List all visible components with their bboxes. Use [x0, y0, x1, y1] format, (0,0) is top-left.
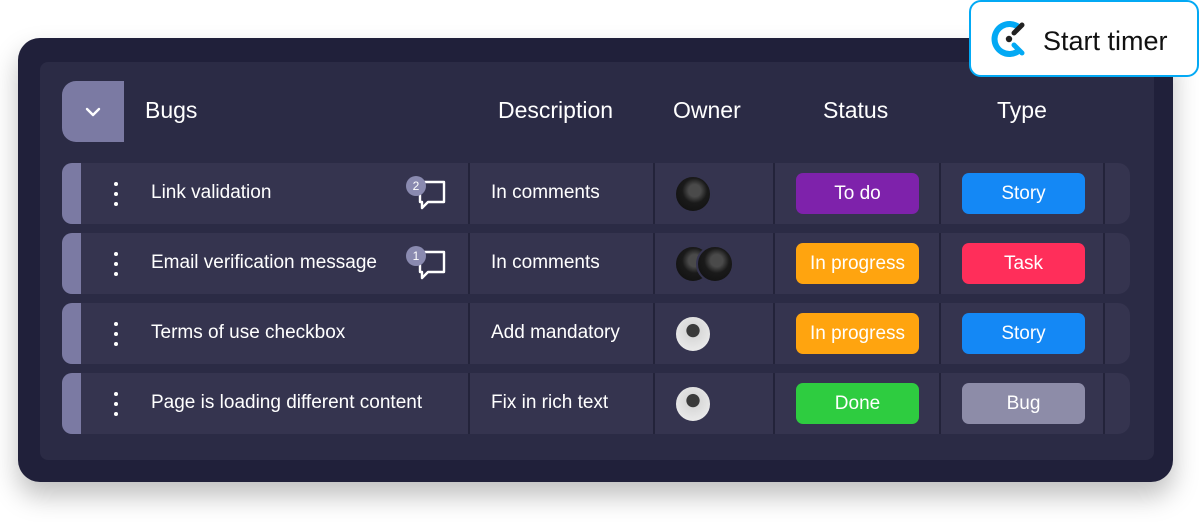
column-header-type[interactable]: Type — [997, 96, 1047, 124]
group-title: Bugs — [145, 97, 198, 123]
row-accent — [62, 163, 81, 224]
owner-avatar[interactable] — [674, 385, 712, 423]
owner-avatar[interactable] — [674, 315, 712, 353]
table-row[interactable]: Email verification message 1 In comments… — [62, 233, 1130, 294]
type-badge[interactable]: Story — [962, 173, 1085, 214]
cell-divider — [1103, 233, 1105, 294]
start-timer-label: Start timer — [1043, 26, 1168, 56]
owner-avatar[interactable] — [696, 245, 734, 283]
type-badge[interactable]: Task — [962, 243, 1085, 284]
cell-divider — [653, 303, 655, 364]
cell-divider — [773, 233, 775, 294]
type-badge[interactable]: Bug — [962, 383, 1085, 424]
status-badge[interactable]: In progress — [796, 313, 919, 354]
table-row[interactable]: Page is loading different content Fix in… — [62, 373, 1130, 434]
cell-divider — [939, 163, 941, 224]
cell-divider — [468, 163, 470, 224]
comment-count-badge: 2 — [406, 176, 426, 196]
row-accent — [62, 303, 81, 364]
clockify-logo-icon — [991, 21, 1025, 57]
row-menu-icon[interactable] — [113, 322, 119, 346]
cell-divider — [939, 303, 941, 364]
cell-divider — [773, 303, 775, 364]
cell-divider — [1103, 373, 1105, 434]
row-item-name[interactable]: Email verification message — [151, 251, 377, 275]
column-header-description[interactable]: Description — [498, 96, 613, 124]
row-item-name[interactable]: Page is loading different content — [151, 391, 422, 415]
start-timer-button[interactable]: Start timer — [969, 0, 1199, 77]
row-description[interactable]: In comments — [491, 251, 600, 275]
row-menu-icon[interactable] — [113, 392, 119, 416]
row-item-name[interactable]: Link validation — [151, 181, 271, 205]
row-description[interactable]: In comments — [491, 181, 600, 205]
column-header-status[interactable]: Status — [823, 96, 888, 124]
cell-divider — [773, 163, 775, 224]
status-badge[interactable]: Done — [796, 383, 919, 424]
comment-icon[interactable]: 1 — [406, 246, 448, 280]
cell-divider — [773, 373, 775, 434]
status-badge[interactable]: In progress — [796, 243, 919, 284]
table-row[interactable]: Terms of use checkbox Add mandatory In p… — [62, 303, 1130, 364]
row-accent — [62, 233, 81, 294]
cell-divider — [468, 303, 470, 364]
table-row[interactable]: Link validation 2 In comments To do Stor… — [62, 163, 1130, 224]
cell-divider — [468, 373, 470, 434]
row-menu-icon[interactable] — [113, 252, 119, 276]
cell-divider — [653, 233, 655, 294]
row-accent — [62, 373, 81, 434]
column-header-owner[interactable]: Owner — [673, 96, 741, 124]
row-description[interactable]: Add mandatory — [491, 321, 620, 345]
chevron-down-icon — [85, 107, 101, 116]
comment-icon[interactable]: 2 — [406, 176, 448, 210]
row-menu-icon[interactable] — [113, 182, 119, 206]
cell-divider — [1103, 303, 1105, 364]
type-badge[interactable]: Story — [962, 313, 1085, 354]
cell-divider — [653, 373, 655, 434]
cell-divider — [939, 373, 941, 434]
comment-count-badge: 1 — [406, 246, 426, 266]
cell-divider — [1103, 163, 1105, 224]
cell-divider — [939, 233, 941, 294]
row-description[interactable]: Fix in rich text — [491, 391, 608, 415]
row-item-name[interactable]: Terms of use checkbox — [151, 321, 345, 345]
cell-divider — [468, 233, 470, 294]
status-badge[interactable]: To do — [796, 173, 919, 214]
owner-avatar[interactable] — [674, 175, 712, 213]
cell-divider — [653, 163, 655, 224]
collapse-group-button[interactable] — [62, 81, 124, 142]
